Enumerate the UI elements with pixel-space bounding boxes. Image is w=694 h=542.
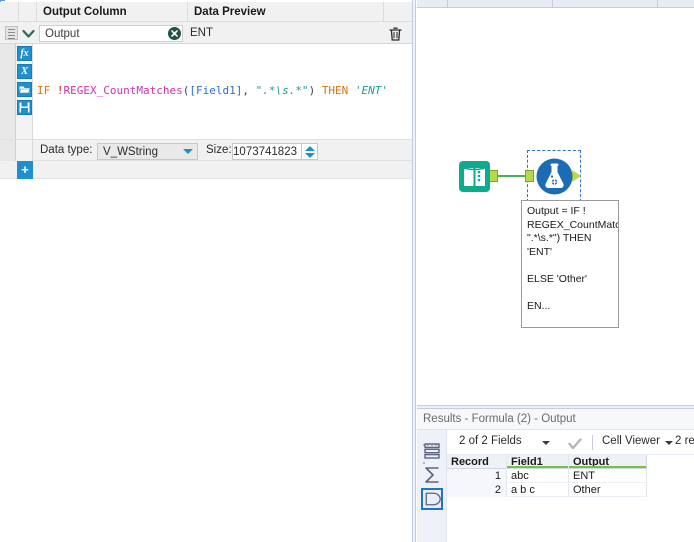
code-token: [Field1] <box>189 84 243 97</box>
column-header-record[interactable]: Record <box>447 455 507 469</box>
cell-field1: a b c <box>507 483 569 497</box>
code-token: THEN <box>321 84 355 97</box>
data-type-bar: Data type: V_WString Size: 1073741823 <box>0 139 412 162</box>
function-icon[interactable]: fx <box>17 46 32 61</box>
record-list-icon[interactable] <box>421 440 443 462</box>
config-empty-area <box>0 179 412 542</box>
fields-selector[interactable]: 2 of 2 Fields <box>459 435 522 447</box>
cell-field1: abc <box>507 469 569 483</box>
variable-icon-glyph: X <box>20 65 29 77</box>
variable-icon[interactable]: X <box>17 64 32 79</box>
code-token: ) <box>308 84 322 97</box>
header-spacer-chevron <box>19 2 37 22</box>
formula-code-editor[interactable]: IF !REGEX_CountMatches([Field1], ".*\s.*… <box>33 44 412 313</box>
data-type-label: Data type: <box>40 144 93 156</box>
book-icon <box>459 161 490 192</box>
header-output-column: Output Column <box>37 2 188 22</box>
table-header-row: Record Field1 Output <box>447 455 647 469</box>
drag-handle-icon[interactable] <box>5 26 18 40</box>
text-input-tool[interactable] <box>458 160 491 193</box>
results-panel: Results - Formula (2) - Output 2 of 2 Fi… <box>417 409 694 542</box>
code-token: ".*\s.*" <box>255 84 309 97</box>
results-rail <box>417 430 447 542</box>
data-type-rail-outer <box>0 140 16 162</box>
canvas-strip-divider <box>447 0 448 8</box>
cell-viewer-selector[interactable]: Cell Viewer <box>602 435 660 447</box>
checkmark-icon[interactable] <box>568 437 582 450</box>
formula-tool[interactable] <box>535 157 574 196</box>
canvas-strip-divider <box>552 0 553 8</box>
cell-record: 1 <box>447 469 507 483</box>
code-token: 'ENT' <box>354 84 389 97</box>
table-row[interactable]: 1 abc ENT <box>447 469 647 483</box>
size-input[interactable]: 1073741823 <box>232 143 302 160</box>
code-token: , <box>242 84 256 97</box>
add-formula-row <box>0 161 412 179</box>
results-toolbar: 2 of 2 Fields Cell Viewer 2 records c <box>447 430 694 455</box>
cell-record: 2 <box>447 483 507 497</box>
output-type-indicator <box>569 466 646 468</box>
cell-output: ENT <box>569 469 647 483</box>
canvas-top-strip <box>417 0 694 8</box>
header-data-preview: Data Preview <box>188 2 384 22</box>
tool-annotation-tooltip: Output = IF ! REGEX_CountMatches([Field1… <box>521 200 619 328</box>
output-column-row: Output ENT <box>0 22 412 44</box>
data-type-select[interactable]: V_WString <box>97 143 198 160</box>
vertical-splitter[interactable] <box>412 0 416 542</box>
results-table[interactable]: Record Field1 Output 1 abc ENT 2 a b c O… <box>447 455 694 542</box>
save-icon[interactable] <box>17 100 32 115</box>
formula-config-panel: Output Column Data Preview Output ENT fx… <box>0 0 412 542</box>
data-profile-icon[interactable] <box>421 488 443 510</box>
code-token: REGEX_CountMatches <box>63 84 183 97</box>
stepper-up-icon[interactable] <box>305 146 315 151</box>
summary-sigma-icon[interactable] <box>421 464 443 486</box>
trash-icon[interactable] <box>388 26 403 42</box>
field1-type-indicator <box>507 466 568 468</box>
flask-icon <box>536 158 573 195</box>
stepper-down-icon[interactable] <box>305 153 315 158</box>
circle-x-icon[interactable] <box>168 27 181 40</box>
data-type-value: V_WString <box>103 146 158 158</box>
chevron-down-icon[interactable] <box>665 441 673 445</box>
header-spacer-trash <box>384 2 412 22</box>
output-name-input[interactable]: Output <box>39 25 183 42</box>
open-folder-icon[interactable] <box>17 82 32 97</box>
data-preview-value: ENT <box>190 27 213 39</box>
code-line: IF !REGEX_CountMatches([Field1], ".*\s.*… <box>37 82 412 100</box>
code-token: IF <box>37 84 57 97</box>
config-column-headers: Output Column Data Preview <box>0 2 412 22</box>
size-stepper[interactable] <box>302 143 318 160</box>
header-spacer-grip <box>5 2 19 22</box>
code-token: ! <box>56 84 64 97</box>
results-grip-icon <box>423 433 441 464</box>
add-button[interactable] <box>17 161 33 179</box>
app-root: Output Column Data Preview Output ENT fx… <box>0 0 694 542</box>
canvas-strip-divider <box>657 0 658 8</box>
function-icon-glyph: fx <box>20 48 29 59</box>
toolbar-divider <box>592 435 593 450</box>
cell-output: Other <box>569 483 647 497</box>
chevron-down-icon[interactable] <box>20 25 37 42</box>
input-anchor[interactable] <box>525 170 534 182</box>
results-title: Results - Formula (2) - Output <box>417 409 694 430</box>
table-row[interactable]: 2 a b c Other <box>447 483 647 497</box>
size-label: Size: <box>206 144 232 156</box>
record-count-label: 2 records c <box>675 435 694 447</box>
chevron-down-icon <box>183 149 193 154</box>
data-type-rail-inner <box>16 140 33 162</box>
chevron-down-icon[interactable] <box>542 441 550 445</box>
editor-rail-outer <box>0 44 16 139</box>
